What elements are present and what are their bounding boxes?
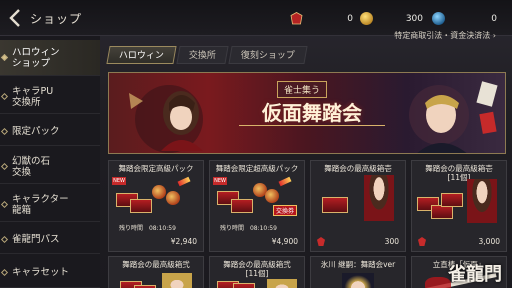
banner-title-underline xyxy=(239,125,385,126)
product-card[interactable]: 舞踏会の最高級箱壱 [11個] 3,000 xyxy=(411,160,507,252)
shop-screen: { "header": { "back_icon": "chevron-left… xyxy=(0,0,512,288)
red-gem-icon xyxy=(317,237,325,246)
product-card[interactable]: 舞踏会限定高級パック NEW 残り時間 08:10:59 ¥2,940 xyxy=(108,160,204,252)
currency-gold-coin: 300 xyxy=(360,11,426,26)
banner-title: 仮面舞踏会 xyxy=(262,101,362,125)
timer-label: 残り時間 xyxy=(119,225,144,232)
new-badge-icon: NEW xyxy=(112,177,126,185)
diamond-icon xyxy=(0,268,9,276)
sidebar-item-label: 交換 xyxy=(12,166,32,178)
sidebar-item-label: キャラクター xyxy=(12,193,69,205)
character-portrait xyxy=(342,273,374,288)
product-card[interactable]: 舞踏会の最高級箱弐 xyxy=(108,256,204,288)
diamond-icon xyxy=(0,200,9,208)
page-title: ショップ xyxy=(30,12,83,26)
product-card[interactable]: 舞踏会の最高級箱壱 300 xyxy=(310,160,406,252)
time-remaining: 残り時間 08:10:59 xyxy=(119,223,176,232)
sidebar: ハロウィン ショップ キャラPU 交換所 限定パック 幻獣の石 交換 キャラクター 龍箱… xyxy=(0,36,100,288)
box-image xyxy=(314,175,402,221)
sidebar-item-limited-pack[interactable]: 限定パック xyxy=(0,118,100,146)
product-name-line1: 舞踏会の最高級箱弐 xyxy=(223,260,291,269)
box-image xyxy=(213,279,301,288)
sidebar-item-label: ショップ xyxy=(12,57,51,69)
product-name: 舞踏会の最高級箱弐 xyxy=(122,260,190,269)
sidebar-item-label: 龍箱 xyxy=(12,204,32,216)
sidebar-item-chara-set[interactable]: キャラセット xyxy=(0,258,100,288)
sidebar-item-chara-pu-exchange[interactable]: キャラPU 交換所 xyxy=(0,80,100,114)
product-price: ¥2,940 xyxy=(170,237,197,246)
product-name: 舞踏会限定高級パック xyxy=(118,164,194,173)
gold-coin-icon xyxy=(360,12,373,25)
back-button[interactable] xyxy=(6,7,30,29)
sidebar-item-label: キャラセット xyxy=(12,267,70,278)
product-price: 3,000 xyxy=(478,237,500,246)
main-content: ハロウィン 交換所 復刻ショップ 雀士集う 仮面舞踏会 舞踏会限定高級パック N… xyxy=(104,36,512,288)
red-gem-icon xyxy=(290,12,303,25)
event-banner[interactable]: 雀士集う 仮面舞踏会 xyxy=(108,72,506,154)
character-portrait xyxy=(162,273,192,288)
product-card[interactable]: 氷川 継嗣：舞踏会ver xyxy=(310,256,406,288)
tab-halloween[interactable]: ハロウィン xyxy=(106,46,177,64)
diamond-icon xyxy=(0,53,9,61)
diamond-icon xyxy=(0,162,9,170)
currency-blue-orb: 0 xyxy=(432,11,500,26)
sidebar-item-label: 限定パック xyxy=(12,126,60,137)
box-image xyxy=(112,271,200,288)
character-portrait xyxy=(467,179,497,223)
character-image xyxy=(314,271,402,288)
pack-image: NEW 交換券 xyxy=(213,175,301,221)
red-gem-icon xyxy=(418,237,426,246)
sidebar-item-label: キャラPU xyxy=(12,85,54,97)
ticket-badge: 交換券 xyxy=(273,205,298,216)
blue-orb-count: 0 xyxy=(491,13,497,24)
pack-image: NEW xyxy=(112,175,200,221)
red-gem-count: 0 xyxy=(347,13,353,24)
sidebar-item-label: 交換所 xyxy=(12,96,41,108)
sidebar-item-label: 幻獣の石 xyxy=(12,155,51,167)
product-name: 氷川 継嗣：舞踏会ver xyxy=(320,260,396,269)
product-name: 舞踏会限定超高級パック xyxy=(215,164,299,173)
timer-label: 残り時間 xyxy=(220,225,245,232)
diamond-icon xyxy=(0,92,9,100)
chevron-left-icon xyxy=(9,9,20,27)
timer-value: 08:10:59 xyxy=(249,225,277,232)
product-name-line2: [11個] xyxy=(245,269,269,278)
blue-orb-icon xyxy=(432,12,445,25)
character-portrait xyxy=(267,279,297,288)
currency-red-gem: 0 xyxy=(290,11,356,26)
sidebar-item-label: ハロウィン xyxy=(12,46,60,58)
sidebar-item-beast-stone[interactable]: 幻獣の石 交換 xyxy=(0,150,100,184)
character-portrait xyxy=(364,175,394,221)
logo-text: 雀龍門 xyxy=(448,264,502,285)
sidebar-item-character-box[interactable]: キャラクター 龍箱 xyxy=(0,188,100,222)
tab-exchange[interactable]: 交換所 xyxy=(176,46,229,64)
tab-label: 交換所 xyxy=(188,51,216,61)
sidebar-item-halloween-shop[interactable]: ハロウィン ショップ xyxy=(0,40,100,76)
banner-subtitle: 雀士集う xyxy=(277,81,328,98)
product-price: ¥4,900 xyxy=(271,237,298,246)
gold-coin-count: 300 xyxy=(405,13,423,24)
product-name-line1: 舞踏会の最高級箱壱 xyxy=(425,164,493,173)
timer-value: 08:10:59 xyxy=(148,225,176,232)
tab-revival-shop[interactable]: 復刻ショップ xyxy=(228,46,308,64)
product-card[interactable]: 舞踏会限定超高級パック NEW 交換券 残り時間 08:10:59 ¥4,900 xyxy=(209,160,305,252)
game-logo-watermark: 雀龍門 xyxy=(448,260,502,286)
product-card[interactable]: 舞踏会の最高級箱弐 [11個] xyxy=(209,256,305,288)
tab-label: 復刻ショップ xyxy=(240,51,295,61)
time-remaining: 残り時間 08:10:59 xyxy=(220,223,277,232)
sidebar-item-pass[interactable]: 雀龍門パス xyxy=(0,226,100,254)
product-name: 舞踏会の最高級箱壱 xyxy=(324,164,392,173)
sidebar-item-label: 雀龍門パス xyxy=(12,234,60,245)
tab-label: ハロウィン xyxy=(118,51,164,61)
box-image xyxy=(415,179,503,229)
tab-bar: ハロウィン 交換所 復刻ショップ xyxy=(106,46,309,64)
product-name: 舞踏会の最高級箱弐 [11個] xyxy=(210,260,304,278)
diamond-icon xyxy=(0,127,9,135)
product-price: 300 xyxy=(384,237,399,246)
new-badge-icon: NEW xyxy=(213,177,227,185)
diamond-icon xyxy=(0,235,9,243)
